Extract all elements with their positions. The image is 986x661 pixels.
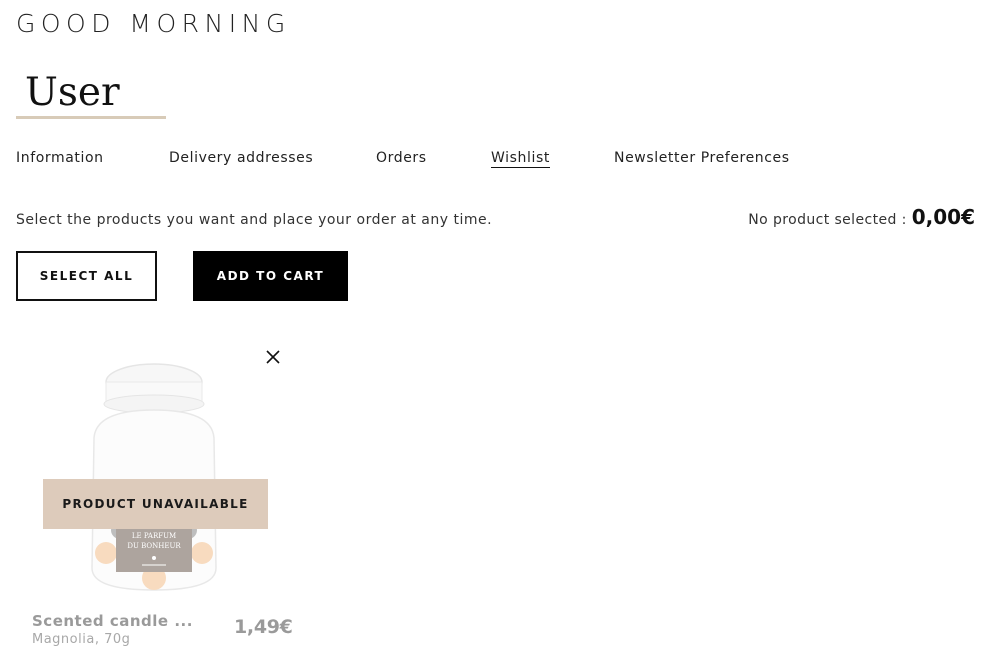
close-icon[interactable]: [264, 348, 282, 366]
wishlist-intro-text: Select the products you want and place y…: [16, 212, 493, 228]
tab-wishlist[interactable]: Wishlist: [491, 150, 550, 168]
select-all-button[interactable]: SELECT ALL: [16, 251, 157, 301]
product-variant: Magnolia, 70g: [32, 632, 131, 647]
wishlist-item-card: LE PARFUM DU BONHEUR PRODUCT UNAVAILABLE…: [16, 336, 296, 656]
product-image: LE PARFUM DU BONHEUR: [91, 363, 217, 591]
greeting-title: GOOD MORNING: [16, 9, 291, 38]
tab-delivery-addresses[interactable]: Delivery addresses: [169, 150, 313, 166]
add-to-cart-button[interactable]: ADD TO CART: [193, 251, 348, 301]
product-unavailable-badge: PRODUCT UNAVAILABLE: [43, 479, 268, 529]
tab-orders[interactable]: Orders: [376, 150, 427, 166]
product-price: 1,49€: [234, 616, 293, 638]
user-name-underline: [16, 116, 166, 119]
selection-total: 0,00€: [911, 205, 975, 229]
selection-summary: No product selected : 0,00€: [748, 205, 975, 229]
product-name-link[interactable]: Scented candle ...: [32, 612, 192, 630]
tab-information[interactable]: Information: [16, 150, 104, 166]
selection-label: No product selected :: [748, 212, 907, 228]
tab-newsletter-preferences[interactable]: Newsletter Preferences: [614, 150, 790, 166]
svg-text:DU BONHEUR: DU BONHEUR: [127, 542, 181, 550]
user-name-heading: User: [25, 70, 120, 115]
svg-text:LE PARFUM: LE PARFUM: [132, 532, 176, 540]
